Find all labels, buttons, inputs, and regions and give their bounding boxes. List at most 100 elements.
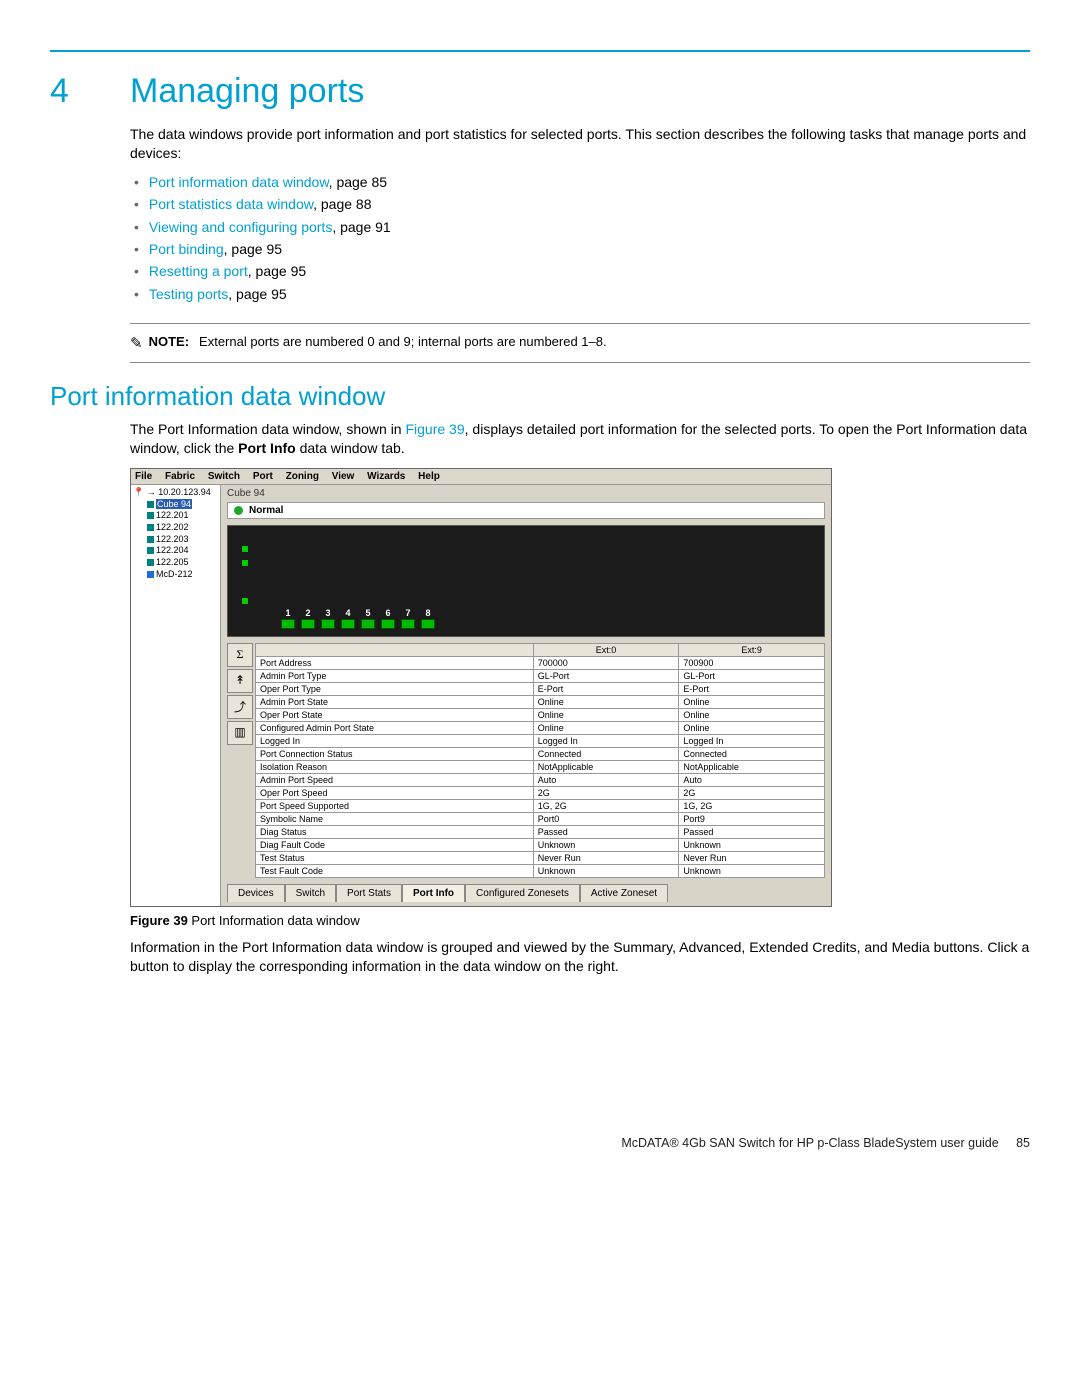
- top-rule: [50, 50, 1030, 52]
- menu-switch[interactable]: Switch: [208, 471, 240, 482]
- tab-port-stats[interactable]: Port Stats: [336, 884, 402, 902]
- table-row: Logged InLogged InLogged In: [256, 734, 825, 747]
- status-bar: Normal: [227, 502, 825, 519]
- table-cell: Logged In: [533, 734, 679, 747]
- table-cell: Symbolic Name: [256, 812, 534, 825]
- summary-button[interactable]: Σ: [227, 643, 253, 667]
- table-cell: Online: [533, 708, 679, 721]
- toc-link[interactable]: Resetting a port: [149, 263, 248, 279]
- table-cell: Online: [679, 721, 825, 734]
- table-cell: Auto: [679, 773, 825, 786]
- table-cell: 2G: [679, 786, 825, 799]
- menu-port[interactable]: Port: [253, 471, 273, 482]
- table-row: Configured Admin Port StateOnlineOnline: [256, 721, 825, 734]
- advanced-button[interactable]: ↟: [227, 669, 253, 693]
- table-cell: Online: [679, 708, 825, 721]
- table-cell: Diag Status: [256, 825, 534, 838]
- table-cell: 1G, 2G: [679, 799, 825, 812]
- table-cell: Passed: [679, 825, 825, 838]
- figure-caption: Figure 39 Port Information data window: [130, 913, 1030, 928]
- table-cell: Admin Port Speed: [256, 773, 534, 786]
- menu-view[interactable]: View: [332, 471, 355, 482]
- table-cell: NotApplicable: [679, 760, 825, 773]
- led-icon: [242, 598, 248, 604]
- tab-port-info[interactable]: Port Info: [402, 884, 465, 902]
- table-row: Admin Port TypeGL-PortGL-Port: [256, 669, 825, 682]
- toc-suffix: , page 95: [228, 286, 286, 302]
- table-header-row: Ext:0 Ext:9: [256, 643, 825, 656]
- menu-file[interactable]: File: [135, 471, 152, 482]
- menu-help[interactable]: Help: [418, 471, 440, 482]
- table-cell: Diag Fault Code: [256, 838, 534, 851]
- toc-link[interactable]: Port information data window: [149, 174, 329, 190]
- table-row: Admin Port StateOnlineOnline: [256, 695, 825, 708]
- tree-item[interactable]: 122.203: [133, 534, 218, 546]
- table-cell: Online: [533, 695, 679, 708]
- table-row: Isolation ReasonNotApplicableNotApplicab…: [256, 760, 825, 773]
- col-blank: [256, 643, 534, 656]
- toc-link[interactable]: Viewing and configuring ports: [149, 219, 332, 235]
- tree-item[interactable]: 122.204: [133, 545, 218, 557]
- tree-item[interactable]: 122.201: [133, 510, 218, 522]
- port-info-table: Ext:0 Ext:9 Port Address700000700900Admi…: [255, 643, 825, 878]
- menu-wizards[interactable]: Wizards: [367, 471, 405, 482]
- note-rule-top: [130, 323, 1030, 324]
- table-cell: Test Status: [256, 851, 534, 864]
- tree-root[interactable]: 📍 → 10.20.123.94: [133, 487, 218, 499]
- table-cell: Auto: [533, 773, 679, 786]
- menubar: File Fabric Switch Port Zoning View Wiza…: [131, 469, 831, 485]
- toc-link[interactable]: Testing ports: [149, 286, 228, 302]
- led-icon: [361, 619, 375, 629]
- table-cell: GL-Port: [679, 669, 825, 682]
- table-cell: NotApplicable: [533, 760, 679, 773]
- led-icon: [381, 619, 395, 629]
- intro-text: The data windows provide port informatio…: [130, 125, 1030, 163]
- tab-devices[interactable]: Devices: [227, 884, 285, 902]
- toc-item: Viewing and configuring ports, page 91: [130, 216, 1030, 238]
- menu-zoning[interactable]: Zoning: [286, 471, 319, 482]
- media-button[interactable]: ▥: [227, 721, 253, 745]
- table-row: Test StatusNever RunNever Run: [256, 851, 825, 864]
- tree-item[interactable]: 122.202: [133, 522, 218, 534]
- table-cell: 700900: [679, 656, 825, 669]
- tab-configured-zonesets[interactable]: Configured Zonesets: [465, 884, 580, 902]
- toc-suffix: , page 91: [332, 219, 390, 235]
- table-cell: Never Run: [533, 851, 679, 864]
- table-row: Port Address700000700900: [256, 656, 825, 669]
- table-cell: Configured Admin Port State: [256, 721, 534, 734]
- tree-item[interactable]: McD-212: [133, 569, 218, 581]
- table-cell: Port0: [533, 812, 679, 825]
- table-cell: Unknown: [679, 864, 825, 877]
- bold-text: Port Info: [238, 440, 296, 456]
- port-leds: [278, 619, 438, 632]
- menu-fabric[interactable]: Fabric: [165, 471, 195, 482]
- footer-page: 85: [1016, 1136, 1030, 1150]
- toc-item: Port information data window, page 85: [130, 171, 1030, 193]
- table-cell: Port Connection Status: [256, 747, 534, 760]
- table-row: Admin Port SpeedAutoAuto: [256, 773, 825, 786]
- table-cell: Logged In: [256, 734, 534, 747]
- table-cell: Admin Port Type: [256, 669, 534, 682]
- tree-item[interactable]: 122.205: [133, 557, 218, 569]
- col-ext9: Ext:9: [679, 643, 825, 656]
- led-icon: [301, 619, 315, 629]
- table-row: Symbolic NamePort0Port9: [256, 812, 825, 825]
- status-text: Normal: [249, 505, 283, 516]
- toc-item: Port binding, page 95: [130, 238, 1030, 260]
- tab-switch[interactable]: Switch: [285, 884, 336, 902]
- app-window: File Fabric Switch Port Zoning View Wiza…: [130, 468, 832, 907]
- table-cell: Unknown: [679, 838, 825, 851]
- table-row: Diag StatusPassedPassed: [256, 825, 825, 838]
- toc-link[interactable]: Port binding: [149, 241, 224, 257]
- tree-item[interactable]: Cube 94: [133, 499, 218, 511]
- table-cell: Oper Port State: [256, 708, 534, 721]
- note-icon: ✎: [130, 334, 143, 352]
- toc-link[interactable]: Port statistics data window: [149, 196, 313, 212]
- toc-suffix: , page 85: [329, 174, 387, 190]
- col-ext0: Ext:0: [533, 643, 679, 656]
- table-row: Oper Port Speed2G2G: [256, 786, 825, 799]
- extended-credits-button[interactable]: ⤴: [227, 695, 253, 719]
- figure-link[interactable]: Figure 39: [405, 421, 464, 437]
- table-cell: Oper Port Type: [256, 682, 534, 695]
- tab-active-zoneset[interactable]: Active Zoneset: [580, 884, 668, 902]
